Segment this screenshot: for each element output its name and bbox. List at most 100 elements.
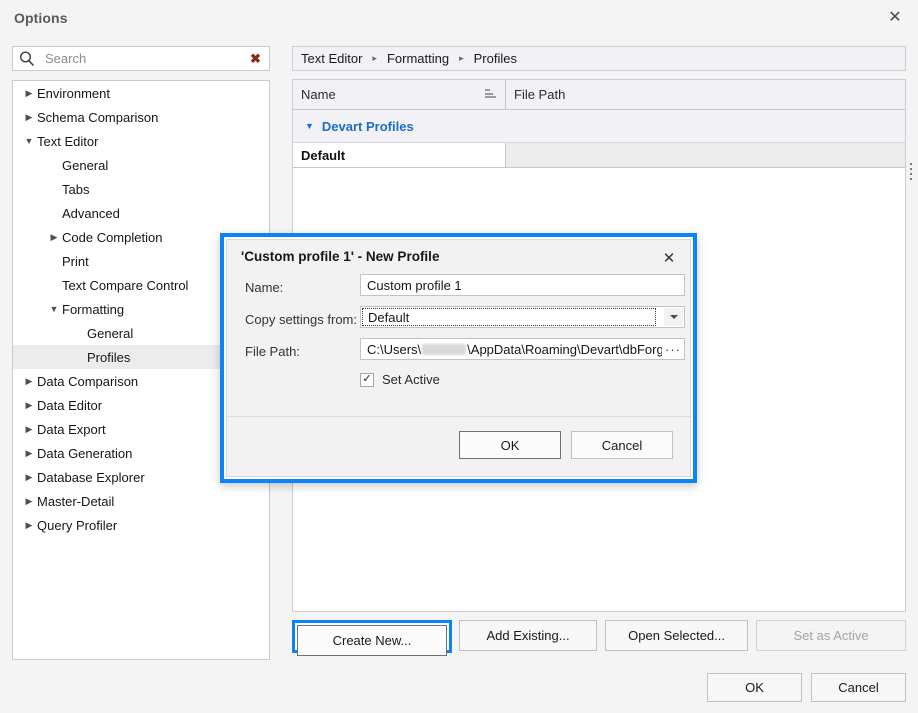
sidebar-item-query-profiler[interactable]: ▶Query Profiler (13, 513, 269, 537)
set-as-active-button: Set as Active (756, 620, 906, 651)
add-existing-button[interactable]: Add Existing... (459, 620, 597, 651)
dialog-cancel-button[interactable]: Cancel (571, 431, 673, 459)
sidebar-item-label: Data Editor (37, 398, 102, 413)
close-icon[interactable]: ✕ (872, 0, 918, 36)
chevron-down-icon[interactable]: ▼ (305, 121, 314, 131)
breadcrumb-item[interactable]: Text Editor (301, 51, 362, 66)
chevron-right-icon[interactable]: ▶ (21, 465, 37, 489)
field-row-name: Name: (227, 274, 690, 306)
grid-header-row: Name File Path (293, 80, 905, 110)
name-input[interactable] (360, 274, 685, 296)
window-titlebar: Options ✕ (0, 0, 918, 36)
set-active-checkbox[interactable]: ✓ Set Active (360, 372, 440, 387)
sidebar-item-label: Text Editor (37, 134, 98, 149)
chevron-down-icon[interactable]: ▼ (46, 297, 62, 321)
chevron-right-icon[interactable]: ▶ (21, 441, 37, 465)
sort-ascending-icon[interactable] (485, 89, 497, 100)
sidebar-item-label: Schema Comparison (37, 110, 158, 125)
table-row[interactable]: Default (293, 143, 905, 168)
sidebar-item-label: Data Comparison (37, 374, 138, 389)
chevron-right-icon[interactable]: ▶ (21, 369, 37, 393)
field-row-file-path: File Path: C:\Users\ \AppData\Roaming\De… (227, 338, 690, 370)
file-path-suffix: \AppData\Roaming\Devart\dbForge (467, 342, 671, 357)
sidebar-item-general[interactable]: General (13, 153, 269, 177)
sidebar-item-environment[interactable]: ▶Environment (13, 81, 269, 105)
sidebar-item-label: Database Explorer (37, 470, 145, 485)
tree-spacer (46, 201, 62, 225)
dialog-footer-buttons: OK Cancel (459, 431, 673, 459)
tree-spacer (46, 273, 62, 297)
breadcrumb-separator-icon: ▸ (372, 53, 377, 64)
tree-spacer (46, 153, 62, 177)
checkmark-icon: ✓ (360, 373, 374, 387)
tree-spacer (46, 249, 62, 273)
set-active-label: Set Active (382, 372, 440, 387)
dialog-title: 'Custom profile 1' - New Profile (241, 249, 439, 264)
copy-settings-value: Default (362, 308, 656, 326)
chevron-right-icon[interactable]: ▶ (21, 513, 37, 537)
dialog-separator (227, 416, 690, 417)
sidebar-item-label: General (62, 158, 108, 173)
tree-spacer (71, 345, 87, 369)
sidebar-item-label: Print (62, 254, 89, 269)
create-new-highlight: Create New... (292, 620, 452, 653)
sidebar-item-schema-comparison[interactable]: ▶Schema Comparison (13, 105, 269, 129)
new-profile-dialog: 'Custom profile 1' - New Profile ✕ Name:… (226, 239, 691, 477)
tree-spacer (71, 321, 87, 345)
chevron-right-icon[interactable]: ▶ (21, 489, 37, 513)
chevron-down-icon[interactable] (664, 308, 683, 326)
chevron-right-icon[interactable]: ▶ (21, 81, 37, 105)
dialog-close-icon[interactable]: ✕ (656, 246, 682, 270)
copy-settings-select[interactable]: Default (360, 306, 685, 328)
breadcrumb-item[interactable]: Profiles (474, 51, 517, 66)
table-cell-name[interactable]: Default (293, 143, 506, 168)
create-new-button[interactable]: Create New... (297, 625, 447, 656)
grid-group-row[interactable]: ▼ Devart Profiles (293, 110, 905, 143)
open-selected-button[interactable]: Open Selected... (605, 620, 748, 651)
sidebar-item-tabs[interactable]: Tabs (13, 177, 269, 201)
sidebar-item-label: General (87, 326, 133, 341)
sidebar-item-label: Tabs (62, 182, 89, 197)
file-path-input[interactable]: C:\Users\ \AppData\Roaming\Devart\dbForg… (360, 338, 685, 360)
window-title: Options (14, 10, 68, 26)
vertical-splitter[interactable] (908, 79, 916, 612)
sidebar-item-label: Formatting (62, 302, 124, 317)
ok-button[interactable]: OK (707, 673, 802, 702)
chevron-right-icon[interactable]: ▶ (21, 393, 37, 417)
search-input[interactable] (43, 47, 251, 70)
search-icon (18, 50, 36, 68)
breadcrumb-item[interactable]: Formatting (387, 51, 449, 66)
column-header-file-path[interactable]: File Path (506, 80, 905, 109)
dialog-ok-button[interactable]: OK (459, 431, 561, 459)
sidebar-item-label: Data Generation (37, 446, 132, 461)
sidebar-item-label: Advanced (62, 206, 120, 221)
search-box[interactable]: ✖ (12, 46, 270, 71)
name-label: Name: (245, 280, 283, 295)
new-profile-dialog-highlight: 'Custom profile 1' - New Profile ✕ Name:… (220, 233, 697, 483)
sidebar-item-label: Code Completion (62, 230, 162, 245)
chevron-right-icon[interactable]: ▶ (21, 417, 37, 441)
field-row-set-active: ✓ Set Active (227, 370, 690, 400)
clear-icon[interactable]: ✖ (248, 51, 263, 66)
table-cell-file-path[interactable] (506, 143, 905, 168)
cancel-button[interactable]: Cancel (811, 673, 906, 702)
dialog-body: Name: Copy settings from: Default (227, 274, 690, 400)
sidebar-item-text-editor[interactable]: ▼Text Editor (13, 129, 269, 153)
chevron-right-icon[interactable]: ▶ (21, 105, 37, 129)
sidebar-item-label: Query Profiler (37, 518, 117, 533)
sidebar-item-master-detail[interactable]: ▶Master-Detail (13, 489, 269, 513)
window-footer-buttons: OK Cancel (707, 673, 906, 702)
column-header-name-label: Name (301, 87, 336, 102)
copy-settings-label: Copy settings from: (245, 312, 357, 327)
options-dialog-window: Options ✕ ✖ ▶Environment▶Schema Comparis… (0, 0, 918, 713)
tree-spacer (46, 177, 62, 201)
redacted-username (422, 344, 466, 355)
profile-action-bar: Create New... Add Existing... Open Selec… (292, 620, 906, 653)
sidebar-item-advanced[interactable]: Advanced (13, 201, 269, 225)
column-header-name[interactable]: Name (293, 80, 506, 109)
browse-button[interactable]: ··· (662, 339, 684, 359)
chevron-down-icon[interactable]: ▼ (21, 129, 37, 153)
chevron-right-icon[interactable]: ▶ (46, 225, 62, 249)
column-header-file-path-label: File Path (514, 87, 565, 102)
file-path-prefix: C:\Users\ (367, 342, 421, 357)
